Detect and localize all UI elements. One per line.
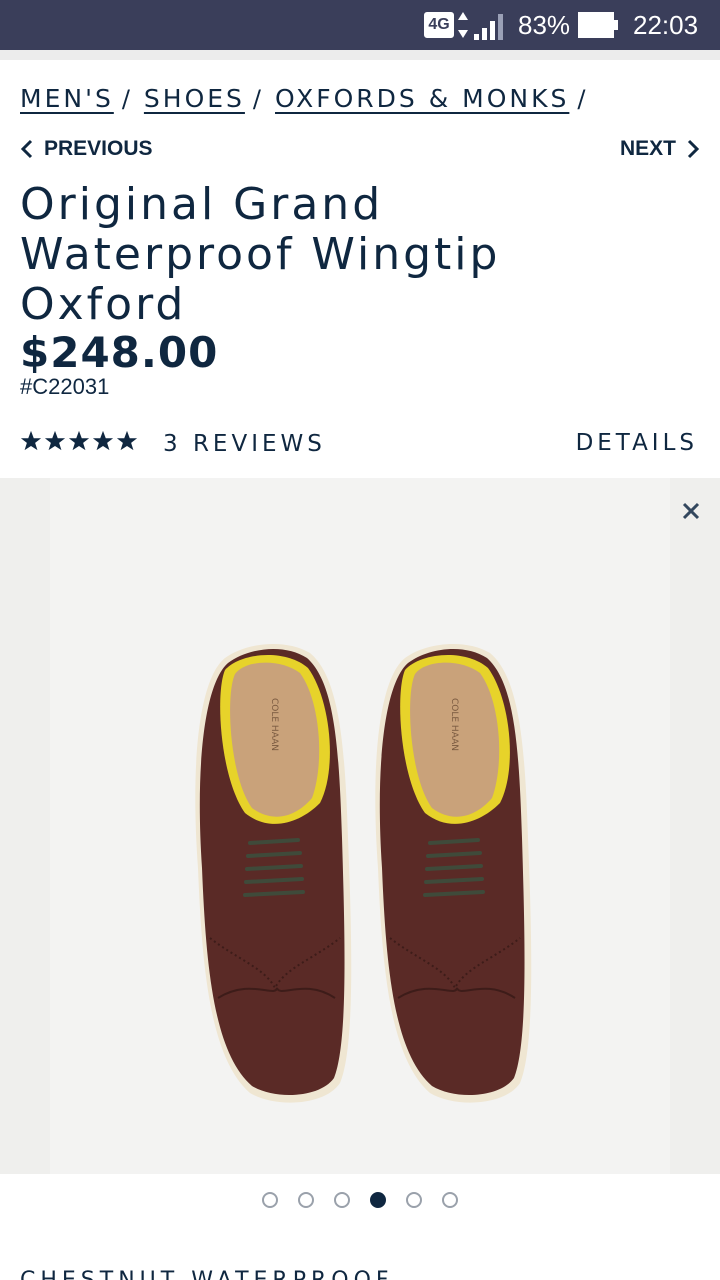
status-bar: 4G 83% 22:03 (0, 0, 720, 50)
product-sku: #C22031 (20, 374, 110, 399)
product-title: Original Grand Waterproof Wingtip Oxford (20, 179, 501, 330)
reviews-row: 3 REVIEWS DETAILS (20, 428, 700, 460)
carousel-dot[interactable] (442, 1192, 458, 1208)
clock: 22:03 (633, 10, 699, 40)
next-label: NEXT (619, 137, 676, 160)
carousel-dot-active[interactable] (370, 1192, 386, 1208)
product-gallery[interactable]: COLE HAAN COLE HAAN (0, 478, 720, 1174)
close-icon[interactable] (680, 500, 702, 522)
carousel-dot[interactable] (406, 1192, 422, 1208)
breadcrumb: MEN'S / SHOES / OXFORDS & MONKS / (20, 82, 599, 116)
product-pager: PREVIOUS NEXT (20, 134, 700, 164)
chevron-right-icon (687, 139, 700, 159)
carousel-dot[interactable] (298, 1192, 314, 1208)
carousel-dot[interactable] (334, 1192, 350, 1208)
reviews-link[interactable]: 3 REVIEWS (163, 428, 326, 460)
details-link[interactable]: DETAILS (576, 428, 698, 458)
previous-label: PREVIOUS (44, 137, 153, 160)
product-price: $248.00 (20, 328, 219, 377)
carousel-dots (0, 1192, 720, 1208)
color-heading: CHESTNUT WATERPROOF (20, 1266, 394, 1280)
rating-stars[interactable] (20, 430, 138, 452)
breadcrumb-separator: / (252, 85, 262, 113)
breadcrumb-mens[interactable]: MEN'S (20, 84, 114, 114)
signal-icon (474, 14, 503, 40)
star-icon (92, 430, 114, 451)
left-shoe: COLE HAAN (195, 643, 352, 1103)
battery-icon (578, 12, 618, 38)
product-image: COLE HAAN COLE HAAN (195, 643, 532, 1103)
network-4g-icon: 4G (424, 12, 454, 38)
star-icon (44, 430, 66, 451)
chevron-left-icon (20, 139, 33, 159)
right-shoe: COLE HAAN (375, 643, 532, 1103)
previous-link[interactable]: PREVIOUS (20, 134, 153, 164)
star-icon (20, 430, 42, 451)
star-icon (68, 430, 90, 451)
next-link[interactable]: NEXT (620, 134, 700, 164)
breadcrumb-separator: / (577, 85, 586, 113)
star-icon (116, 430, 138, 451)
data-arrows-icon (458, 12, 468, 38)
battery-percent: 83% (518, 10, 571, 40)
breadcrumb-shoes[interactable]: SHOES (144, 84, 245, 114)
breadcrumb-separator: / (121, 85, 130, 113)
breadcrumb-oxfords-monks[interactable]: OXFORDS & MONKS (275, 84, 569, 114)
svg-text:COLE HAAN: COLE HAAN (449, 698, 459, 751)
header-strip (0, 50, 720, 60)
carousel-dot[interactable] (262, 1192, 278, 1208)
svg-text:COLE HAAN: COLE HAAN (269, 698, 279, 751)
